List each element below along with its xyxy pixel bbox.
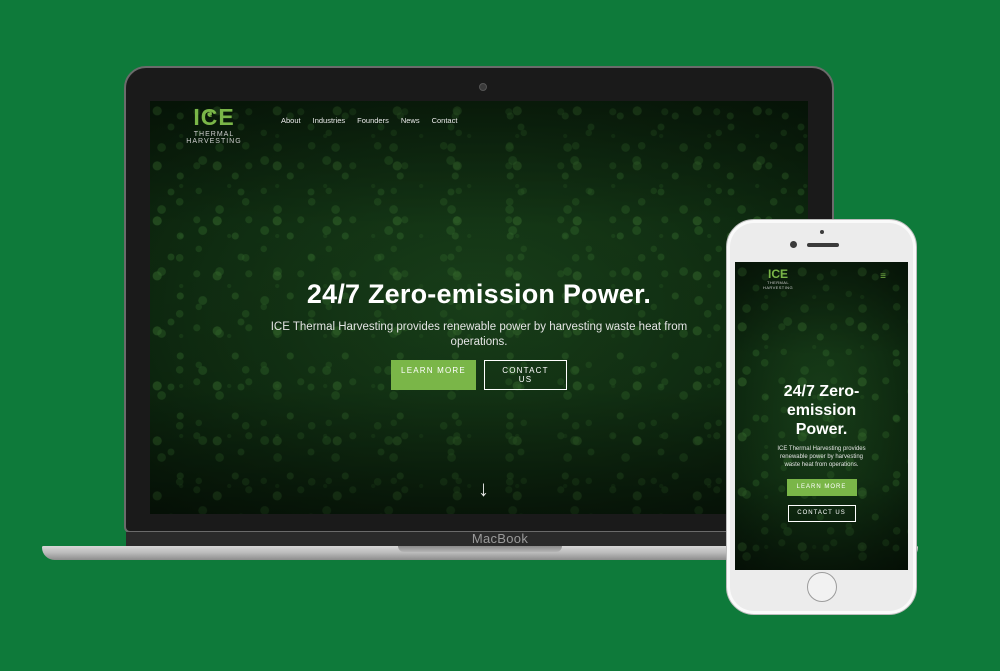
mobile-hero-section: 24/7 Zero-emission Power. ICE Thermal Ha… — [735, 382, 908, 522]
site-logo[interactable]: ❦ ICE THERMAL HARVESTING — [166, 105, 262, 145]
mobile-logo-mark: ICE — [767, 267, 788, 281]
phone-screen: ICE THERMAL HARVESTING ≡ 24/7 Zero-emiss… — [735, 262, 908, 570]
mobile-site-logo[interactable]: ICE THERMAL HARVESTING — [753, 268, 803, 290]
hero-section: 24/7 Zero-emission Power. ICE Thermal Ha… — [150, 279, 808, 390]
nav-item-contact[interactable]: Contact — [432, 116, 458, 125]
hamburger-menu-icon[interactable]: ≡ — [880, 271, 886, 282]
hero-title: 24/7 Zero-emission Power. — [306, 279, 652, 309]
mobile-hero-title: 24/7 Zero-emission Power. — [783, 383, 860, 438]
laptop-camera — [479, 83, 487, 91]
mobile-learn-more-button[interactable]: LEARN MORE — [786, 479, 857, 496]
nav-item-about[interactable]: About — [281, 116, 301, 125]
nav-item-founders[interactable]: Founders — [357, 116, 389, 125]
logo-mark: ❦ ICE — [193, 104, 235, 130]
logo-subtitle: THERMAL HARVESTING — [186, 131, 242, 145]
laptop-notch — [398, 546, 562, 552]
phone-sensor — [820, 230, 824, 234]
mobile-logo-subtitle: THERMAL HARVESTING — [763, 280, 793, 290]
hero-subtitle: ICE Thermal Harvesting provides renewabl… — [270, 321, 688, 348]
laptop-screen: ❦ ICE THERMAL HARVESTING About Industrie… — [150, 101, 808, 514]
phone-home-button[interactable] — [807, 572, 837, 602]
contact-us-button[interactable]: CONTACT US — [484, 360, 567, 390]
nav-item-news[interactable]: News — [401, 116, 420, 125]
main-nav: About Industries Founders News Contact — [281, 116, 457, 125]
sprout-icon: ❦ — [206, 109, 215, 119]
mobile-contact-us-button[interactable]: CONTACT US — [787, 505, 856, 522]
phone-camera — [790, 241, 797, 248]
phone-speaker — [807, 243, 839, 247]
mobile-hero-subtitle: ICE Thermal Harvesting provides renewabl… — [777, 446, 866, 468]
scroll-down-icon[interactable]: ↓ — [478, 476, 489, 502]
learn-more-button[interactable]: LEARN MORE — [391, 360, 476, 390]
laptop-brand-label: MacBook — [471, 531, 529, 546]
hero-buttons: LEARN MORE CONTACT US — [150, 360, 808, 390]
nav-item-industries[interactable]: Industries — [313, 116, 346, 125]
